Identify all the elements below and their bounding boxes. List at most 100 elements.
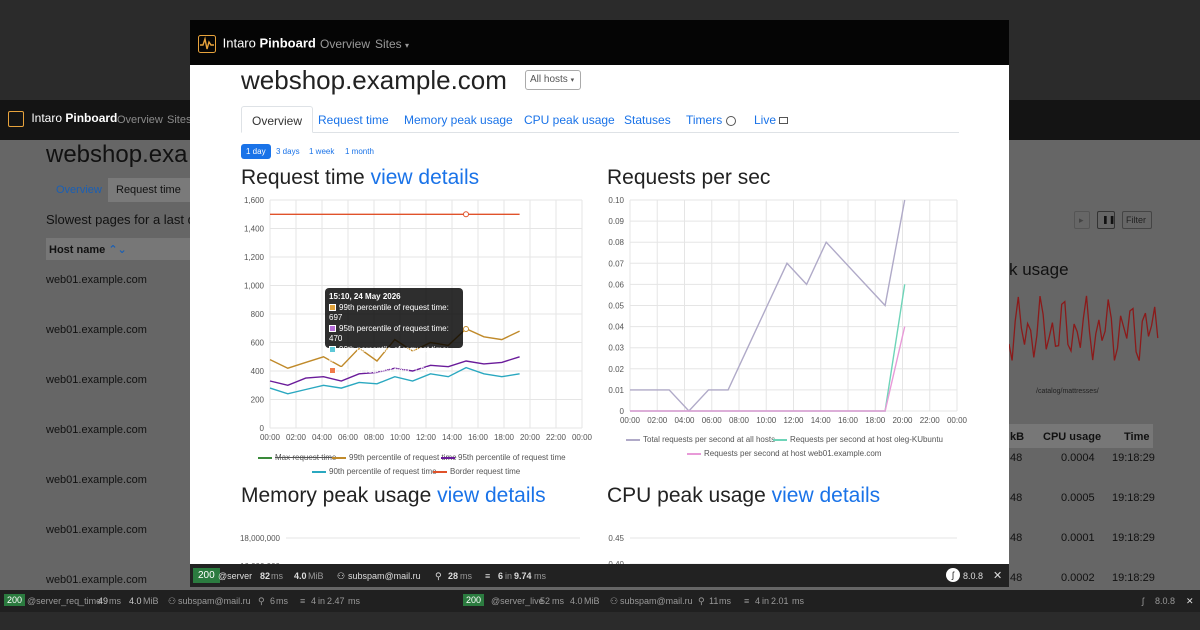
routing-time[interactable]: 28 xyxy=(448,571,458,581)
bg-status-badge: 200 xyxy=(4,594,26,606)
bg-pause-icon[interactable]: ❚❚ xyxy=(1097,211,1115,229)
request-time-details-link[interactable]: view details xyxy=(371,166,480,189)
db-queries[interactable]: 6 xyxy=(498,571,503,581)
tab-statuses[interactable]: Statuses xyxy=(624,113,671,127)
bg-nav-sites[interactable]: Sites xyxy=(167,114,191,126)
tab-live[interactable]: Live xyxy=(754,113,789,127)
bg-col-kb: kB xyxy=(1010,431,1025,443)
y-tick-label: 0.45 xyxy=(608,534,624,543)
bg-cell-kb: 48 xyxy=(1010,492,1023,504)
x-tick-label: 18:00 xyxy=(865,416,886,425)
symfony-icon[interactable]: ʃ xyxy=(946,568,960,582)
brand[interactable]: Intaro Pinboard xyxy=(198,35,316,53)
memory-chart[interactable]: 16,000,00018,000,000 xyxy=(240,534,580,564)
tooltip-line-text: 99th percentile of request time: 697 xyxy=(329,302,449,323)
bg-brand-light: Intaro xyxy=(31,111,63,126)
bg-play-icon[interactable]: ▸ xyxy=(1074,211,1090,229)
range-1-day[interactable]: 1 day xyxy=(241,144,271,159)
memory[interactable]: 4.0 xyxy=(294,571,307,581)
legend-rps-host1-label: Requests per second at host oleg-KUbuntu xyxy=(790,435,943,444)
nav-overview[interactable]: Overview xyxy=(320,37,370,51)
bg-db-unit-2: ms xyxy=(719,596,731,606)
bg-symfony-icon: ʃ xyxy=(1142,596,1144,606)
y-tick-label: 0.07 xyxy=(608,259,624,268)
rps-chart[interactable]: 0 0.01 0.02 0.03 0.04 0.05 0.06 0.07 0.08 0.09 0.1… xyxy=(608,196,967,425)
x-tick-label: 04:00 xyxy=(312,433,333,442)
range-1-month[interactable]: 1 month xyxy=(340,144,379,159)
host-select[interactable]: All hosts ▾ xyxy=(525,70,581,90)
bg-row: web01.example.com xyxy=(46,374,147,386)
tooltip-line-text: Border request time: 1,500 xyxy=(339,365,434,375)
legend-p95-label: 95th percentile of request time xyxy=(458,453,566,462)
legend-p99[interactable]: 99th percentile of request time xyxy=(332,453,457,462)
tab-request-time[interactable]: Request time xyxy=(318,113,389,127)
bg-mem-unit: MiB xyxy=(143,596,159,606)
x-tick-label: 04:00 xyxy=(674,416,695,425)
route-name[interactable]: @server xyxy=(218,571,252,581)
brand-bold: Pinboard xyxy=(259,35,316,51)
user-email[interactable]: subspam@mail.ru xyxy=(348,571,421,581)
nav-sites[interactable]: Sites ▾ xyxy=(375,37,409,51)
bg-usage-chart xyxy=(1009,295,1159,361)
legend-border[interactable]: Border request time xyxy=(433,467,520,476)
legend-p95[interactable]: 95th percentile of request time xyxy=(441,453,566,462)
tab-timers[interactable]: Timers xyxy=(686,113,736,127)
bg-row: web01.example.com xyxy=(46,424,147,436)
bg-version: 8.0.8 xyxy=(1155,596,1176,606)
legend-rps-host1[interactable]: Requests per second at host oleg-KUbuntu xyxy=(773,435,943,444)
y-tick-label: 0.01 xyxy=(608,386,624,395)
status-badge[interactable]: 200 xyxy=(193,568,220,583)
routing-icon: ⚲ xyxy=(435,571,442,581)
bg-row: web01.example.com xyxy=(46,524,147,536)
y-tick-label: 0.05 xyxy=(608,302,624,311)
bg-logo-icon xyxy=(8,111,24,127)
x-tick-label: 10:00 xyxy=(756,416,777,425)
y-tick-label: 0.04 xyxy=(608,323,624,332)
bg-tab-request-time[interactable]: Request time xyxy=(108,178,190,202)
legend-border-label: Border request time xyxy=(450,467,521,476)
range-3-days[interactable]: 3 days xyxy=(271,144,305,159)
bg-tab-overview[interactable]: Overview xyxy=(46,178,108,202)
y-tick-label: 0.08 xyxy=(608,238,624,247)
charts-svg: 02004006008001,0001,2001,4001,60000:00 02… xyxy=(240,196,968,564)
bg-cell-time: 19:18:29 xyxy=(1112,532,1155,544)
tooltip-swatch xyxy=(329,324,336,332)
bg-nav-overview[interactable]: Overview xyxy=(117,114,163,126)
tab-cpu-peak-usage[interactable]: CPU peak usage xyxy=(524,113,615,127)
y-tick-label: 400 xyxy=(251,367,265,376)
cpu-chart[interactable]: 0.400.45 xyxy=(608,534,957,564)
x-tick-label: 00:00 xyxy=(572,433,593,442)
bg-time-unit: ms xyxy=(109,596,121,606)
bg-user-2: subspam@mail.ru xyxy=(620,596,693,606)
legend-rps-host2[interactable]: Requests per second at host web01.exampl… xyxy=(687,449,881,458)
close-toolbar-icon[interactable]: ✕ xyxy=(993,569,1002,582)
bg-queries-in-2: in xyxy=(762,596,770,606)
sort-icon: ⌃⌄ xyxy=(108,244,127,256)
tab-overview[interactable]: Overview xyxy=(241,106,314,133)
bg-db-unit: ms xyxy=(276,596,288,606)
range-1-week[interactable]: 1 week xyxy=(304,144,339,159)
tooltip-line: 95th percentile of request time: 470 xyxy=(329,324,459,345)
logo-icon xyxy=(198,35,216,53)
bg-col-host-name[interactable]: Host name ⌃⌄ xyxy=(46,238,190,260)
legend-p90[interactable]: 90th percentile of request time xyxy=(312,467,437,476)
x-tick-label: 00:00 xyxy=(620,416,641,425)
request-time[interactable]: 82 xyxy=(260,571,270,581)
legend-rps-total[interactable]: Total requests per second at all hosts xyxy=(626,435,775,444)
x-tick-label: 14:00 xyxy=(442,433,463,442)
bg-filter-button[interactable]: Filter xyxy=(1122,211,1152,229)
video-icon xyxy=(779,117,789,125)
debug-toolbar: 200 @server 82 ms 4.0 MiB ⚇ subspam@mail… xyxy=(190,564,1009,587)
navbar: Intaro Pinboard Overview Sites ▾ xyxy=(190,20,1009,65)
bg-queries-time: 2.47 xyxy=(327,596,345,606)
bg-mem: 4.0 xyxy=(129,596,142,606)
legend-max[interactable]: Max request time xyxy=(258,453,336,462)
db-time[interactable]: 9.74 xyxy=(514,571,532,581)
symfony-version[interactable]: 8.0.8 xyxy=(963,571,983,581)
bg-cell-time: 19:18:29 xyxy=(1112,572,1155,584)
bg-db-icon-2: ≡ xyxy=(744,596,750,606)
bg-close-icon[interactable]: ✕ xyxy=(1186,596,1194,607)
tab-live-label: Live xyxy=(754,113,777,127)
tab-memory-peak-usage[interactable]: Memory peak usage xyxy=(404,113,513,127)
tooltip-swatch xyxy=(329,366,336,374)
